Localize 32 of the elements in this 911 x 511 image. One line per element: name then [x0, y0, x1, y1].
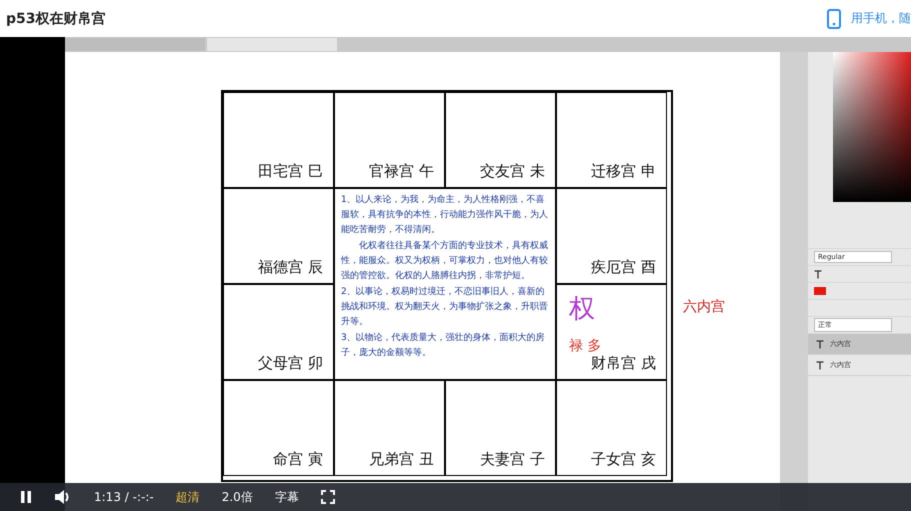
page-title: p53权在财帛宫: [6, 10, 106, 28]
star-label: 权: [569, 293, 595, 326]
palace-label: 福德宫 辰: [258, 258, 323, 277]
paragraph: 3、以物论，代表质量大，强壮的身体，面积大的房子，庞大的金额等等。: [341, 332, 546, 360]
text-layer-icon: [816, 360, 824, 370]
palace-label: 兄弟宫 丑: [369, 450, 434, 469]
paragraph: 1、以人来论，为我，为命主，为人性格刚强，不喜服软，具有抗争的本性，行动能力强作风干脆，为人能吃苦耐劳，不得清闲。: [341, 194, 549, 237]
color-swatch[interactable]: [814, 287, 826, 295]
palace-label: 夫妻宫 子: [480, 450, 545, 469]
text-layer-icon: [816, 340, 824, 348]
paragraph: 2、以事论，权易时过境迁，不恋旧事旧人，喜新的挑战和环境。权为翻天火，为事物扩张之象，升职晋升等。: [341, 286, 549, 329]
palace-label: 交友宫 未: [480, 162, 545, 181]
time-display: 1:13 / -:-:-: [94, 490, 154, 504]
paragraph: 化权者往往具备某个方面的专业技术，具有权威性，能服众。权又为权柄，可掌权力，也对他人有较强的管控欲。化权的人胳膊往内拐，非常护短。: [341, 240, 549, 283]
speed-button[interactable]: 2.0倍: [222, 488, 253, 506]
text-size-icon[interactable]: [814, 270, 822, 278]
side-label: 六内宫: [683, 298, 725, 316]
palace-label: 子女宫 亥: [591, 450, 656, 469]
palace-label: 疾厄宫 酉: [591, 258, 656, 277]
palace-label: 官禄宫 午: [369, 162, 434, 181]
palace-label: 父母宫 卯: [258, 354, 323, 373]
palace-label: 迁移宫 申: [591, 162, 656, 181]
fullscreen-icon[interactable]: [320, 490, 335, 504]
palace-label: 命宫 寅: [273, 450, 323, 469]
phone-icon[interactable]: [827, 8, 841, 28]
color-picker[interactable]: [833, 52, 911, 202]
subtitle-button[interactable]: 字幕: [274, 488, 299, 506]
note-label: 禄 多: [569, 337, 602, 355]
pause-icon[interactable]: [20, 490, 32, 504]
palace-label: 财帛宫 戌: [591, 354, 656, 373]
quality-button[interactable]: 超清: [176, 488, 200, 506]
palace-label: 田宅宫 巳: [258, 162, 323, 181]
